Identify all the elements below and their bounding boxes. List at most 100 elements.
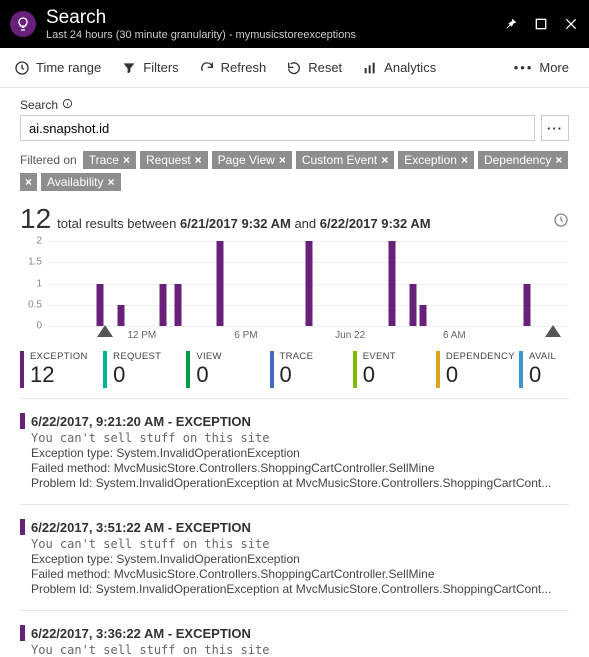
legend-item[interactable]: VIEW0 (186, 351, 269, 388)
more-icon: ••• (514, 60, 534, 75)
result-item[interactable]: 6/22/2017, 3:51:22 AM - EXCEPTION You can… (20, 515, 569, 600)
divider (20, 610, 569, 611)
result-message: You can't sell stuff on this site (31, 537, 569, 551)
reset-button[interactable]: Reset (276, 48, 352, 88)
results-count: 12 (20, 203, 51, 235)
result-message: You can't sell stuff on this site (31, 431, 569, 445)
filter-chip[interactable]: Trace× (83, 151, 136, 169)
legend-value: 12 (30, 362, 93, 388)
chart-bar[interactable] (117, 305, 124, 326)
content-body: Search ··· Filtered on Trace×Request×Pag… (0, 88, 589, 657)
analytics-button[interactable]: Analytics (352, 48, 446, 88)
result-type-bar (20, 625, 25, 641)
chart-bar[interactable] (524, 284, 531, 327)
chart-bar[interactable] (409, 284, 416, 327)
pin-icon[interactable] (503, 16, 519, 32)
filters-button[interactable]: Filters (111, 48, 188, 88)
time-range-label: Time range (36, 60, 101, 75)
more-label: More (539, 60, 569, 75)
legend-value: 0 (113, 362, 176, 388)
y-tick: 2 (20, 236, 42, 247)
x-tick: 6 PM (234, 330, 257, 341)
toolbar: Time range Filters Refresh Reset Analyti… (0, 48, 589, 88)
y-tick: 0.5 (20, 299, 42, 310)
x-tick: 6 AM (443, 330, 466, 341)
chip-close-icon[interactable]: × (381, 153, 388, 167)
chart-bar[interactable] (420, 305, 427, 326)
filter-chip[interactable]: Custom Event× (296, 151, 394, 169)
legend-item[interactable]: EXCEPTION12 (20, 351, 103, 388)
filters-label: Filters (143, 60, 178, 75)
legend-name: DEPENDENCY (446, 351, 509, 362)
chip-close-icon[interactable]: × (195, 153, 202, 167)
y-tick: 0 (20, 321, 42, 332)
chart-bar[interactable] (175, 284, 182, 327)
legend-name: EVENT (363, 351, 426, 362)
legend-name: AVAIL (529, 351, 559, 362)
time-range-button[interactable]: Time range (4, 48, 111, 88)
filter-chip[interactable]: Dependency× (478, 151, 568, 169)
legend: EXCEPTION12REQUEST0VIEW0TRACE0EVENT0DEPE… (20, 351, 569, 388)
result-exception-type: Exception type: System.InvalidOperationE… (31, 552, 569, 566)
filter-chip[interactable]: Availability× (41, 173, 121, 191)
legend-value: 0 (529, 362, 559, 388)
result-exception-type: Exception type: System.InvalidOperationE… (31, 446, 569, 460)
legend-name: REQUEST (113, 351, 176, 362)
chart-bar[interactable] (305, 241, 312, 326)
analytics-label: Analytics (384, 60, 436, 75)
results-summary: 12 total results between 6/21/2017 9:32 … (20, 203, 569, 235)
history-icon[interactable] (553, 212, 569, 231)
legend-value: 0 (446, 362, 509, 388)
refresh-button[interactable]: Refresh (189, 48, 277, 88)
divider (20, 398, 569, 399)
header-subtitle: Last 24 hours (30 minute granularity) - … (46, 29, 503, 41)
search-more-button[interactable]: ··· (541, 115, 569, 141)
x-tick: Jun 22 (335, 330, 365, 341)
chip-close-icon[interactable]: × (108, 175, 115, 189)
divider (20, 504, 569, 505)
results-mid: total results between (57, 216, 176, 231)
search-input[interactable] (20, 115, 535, 141)
filter-chip[interactable]: Page View× (212, 151, 292, 169)
legend-item[interactable]: DEPENDENCY0 (436, 351, 519, 388)
result-type-bar (20, 413, 25, 429)
chip-close-icon[interactable]: × (279, 153, 286, 167)
filtered-on-label: Filtered on (20, 153, 77, 167)
result-time: 6/22/2017, 3:36:22 AM - EXCEPTION (31, 626, 251, 641)
filter-chip-remove[interactable]: × (20, 173, 37, 191)
results-start: 6/21/2017 9:32 AM (180, 216, 291, 231)
close-icon[interactable] (563, 16, 579, 32)
result-item[interactable]: 6/22/2017, 9:21:20 AM - EXCEPTION You can… (20, 409, 569, 494)
result-failed-method: Failed method: MvcMusicStore.Controllers… (31, 461, 569, 475)
legend-item[interactable]: EVENT0 (353, 351, 436, 388)
filter-chip-row: Filtered on Trace×Request×Page View×Cust… (20, 151, 569, 191)
legend-item[interactable]: AVAIL0 (519, 351, 569, 388)
chart-bar[interactable] (97, 284, 104, 327)
legend-value: 0 (280, 362, 343, 388)
maximize-icon[interactable] (533, 16, 549, 32)
x-tick: 12 PM (127, 330, 156, 341)
result-time: 6/22/2017, 9:21:20 AM - EXCEPTION (31, 414, 251, 429)
info-icon[interactable] (62, 98, 73, 112)
chip-close-icon[interactable]: × (461, 153, 468, 167)
window-header: Search Last 24 hours (30 minute granular… (0, 0, 589, 48)
legend-item[interactable]: REQUEST0 (103, 351, 186, 388)
legend-name: VIEW (196, 351, 259, 362)
result-item[interactable]: 6/22/2017, 3:36:22 AM - EXCEPTIONYou can… (20, 621, 569, 657)
search-label: Search (20, 98, 569, 112)
chip-close-icon[interactable]: × (555, 153, 562, 167)
filter-chip[interactable]: Request× (140, 151, 208, 169)
legend-item[interactable]: TRACE0 (270, 351, 353, 388)
result-time: 6/22/2017, 3:51:22 AM - EXCEPTION (31, 520, 251, 535)
result-failed-method: Failed method: MvcMusicStore.Controllers… (31, 567, 569, 581)
more-button[interactable]: ••• More (504, 48, 585, 88)
chart-bar[interactable] (216, 241, 223, 326)
chart-bar[interactable] (159, 284, 166, 327)
results-end: 6/22/2017 9:32 AM (320, 216, 431, 231)
filter-chip[interactable]: Exception× (398, 151, 474, 169)
result-type-bar (20, 519, 25, 535)
reset-label: Reset (308, 60, 342, 75)
chart-bar[interactable] (388, 241, 395, 326)
chip-close-icon[interactable]: × (123, 153, 130, 167)
results-chart[interactable]: 00.511.52 12 PM6 PMJun 226 AM (20, 241, 569, 341)
